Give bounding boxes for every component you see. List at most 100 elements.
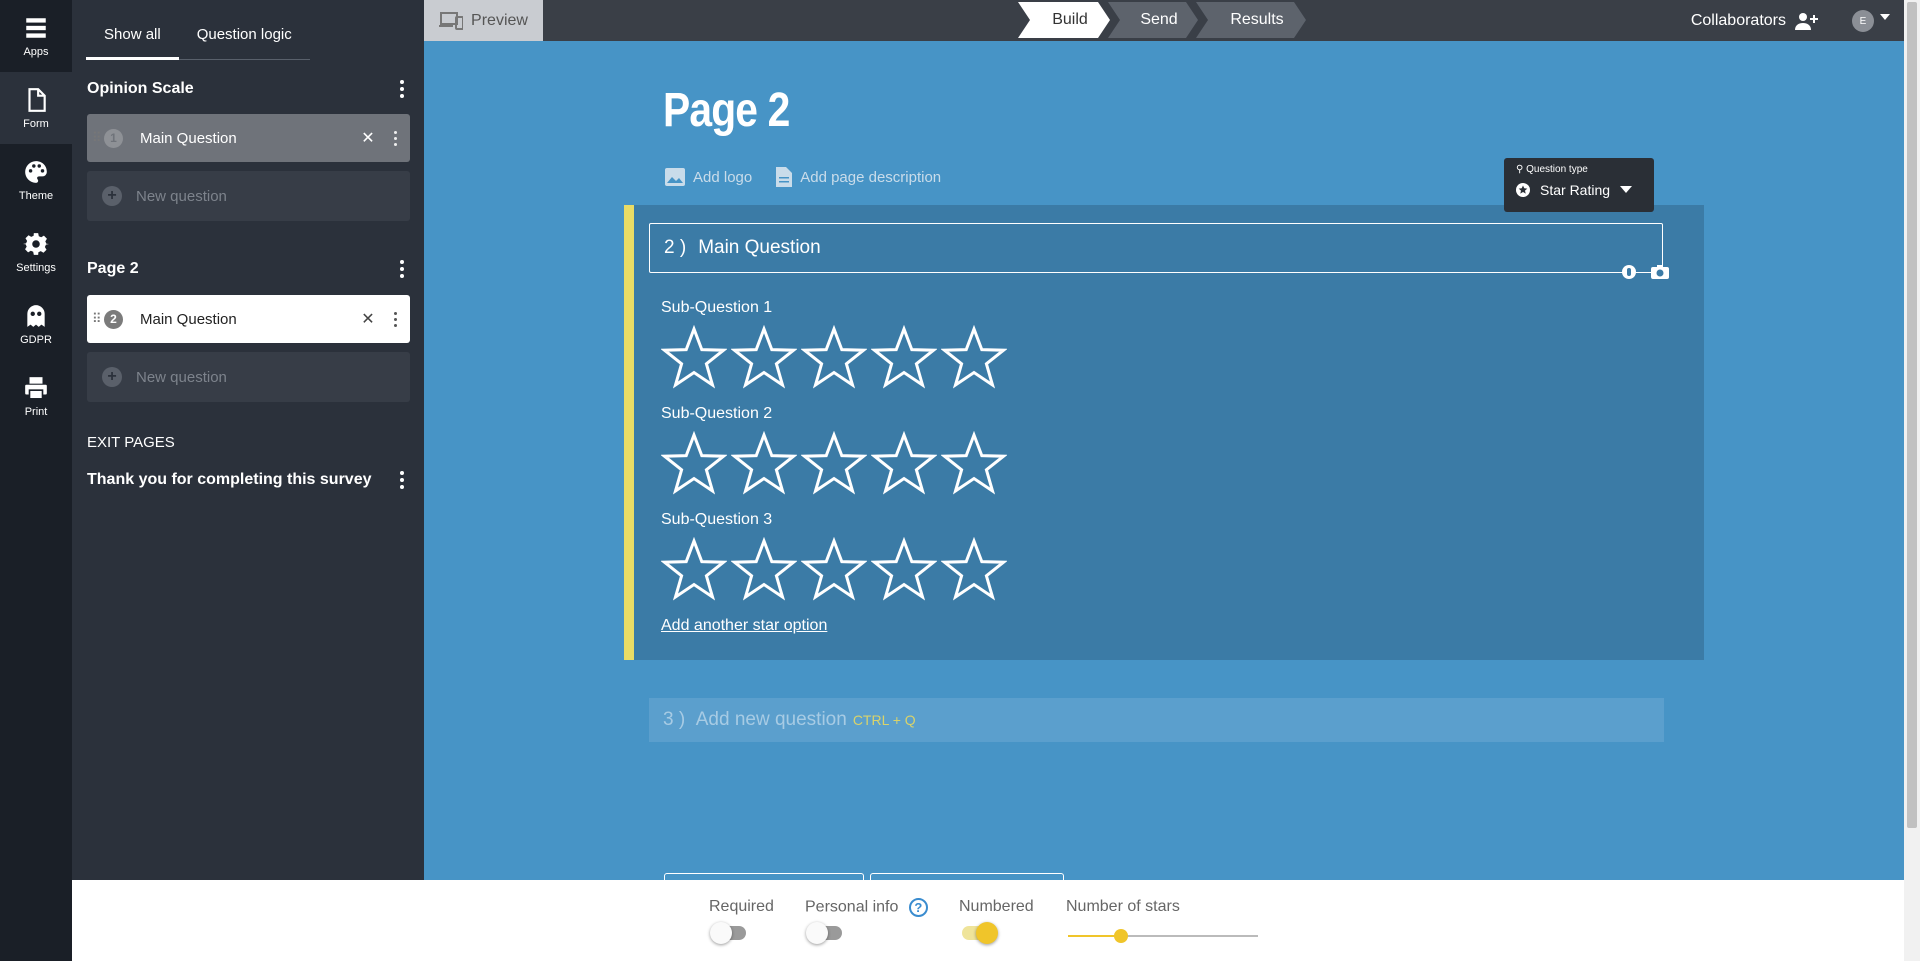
rail-item-print[interactable]: Print bbox=[0, 360, 72, 432]
star-icon[interactable] bbox=[941, 325, 1007, 391]
star-icon[interactable] bbox=[661, 431, 727, 497]
add-new-question-bar[interactable]: 3 ) Add new question CTRL + Q bbox=[649, 698, 1664, 742]
star-icon[interactable] bbox=[801, 431, 867, 497]
chevron-down-icon[interactable] bbox=[1880, 14, 1890, 20]
crumb-build[interactable]: Build bbox=[1018, 2, 1110, 38]
star-icon[interactable] bbox=[871, 431, 937, 497]
numbered-toggle[interactable] bbox=[962, 922, 998, 944]
tab-show-all[interactable]: Show all bbox=[86, 20, 179, 60]
drag-handle-icon[interactable]: ⠿ bbox=[92, 311, 102, 327]
star-icon[interactable] bbox=[661, 537, 727, 603]
page-scrollbar[interactable] bbox=[1904, 0, 1920, 961]
numbered-label: Numbered bbox=[959, 898, 1034, 915]
page-button-stub[interactable] bbox=[664, 873, 864, 880]
star-row bbox=[661, 537, 1007, 603]
help-icon[interactable]: ? bbox=[908, 898, 928, 917]
sidebar-question-item[interactable]: ⠿ 1 Main Question ✕ bbox=[87, 114, 410, 162]
scrollbar-thumb[interactable] bbox=[1907, 2, 1917, 828]
collaborators-button[interactable]: Collaborators bbox=[1691, 0, 1820, 41]
question-type-label: ⚲ Question type bbox=[1516, 164, 1588, 175]
new-question-button[interactable]: + New question bbox=[87, 352, 410, 402]
exit-page-title: Thank you for completing this survey bbox=[87, 471, 372, 488]
section-menu-icon[interactable] bbox=[392, 77, 412, 101]
rail-item-settings[interactable]: Settings bbox=[0, 216, 72, 288]
number-of-stars-slider[interactable] bbox=[1068, 929, 1258, 943]
star-icon[interactable] bbox=[801, 325, 867, 391]
question-title: Main Question bbox=[140, 310, 237, 328]
question-card[interactable]: 2 ) Main Question Sub-Question 1 Sub-Que… bbox=[624, 205, 1704, 660]
section-title: Opinion Scale bbox=[87, 80, 194, 97]
question-type-value: Star Rating bbox=[1516, 182, 1633, 198]
crumb-send[interactable]: Send bbox=[1108, 2, 1198, 38]
chevron-down-icon bbox=[1620, 186, 1633, 193]
add-page-description-button[interactable]: Add page description bbox=[776, 167, 941, 187]
avatar[interactable]: E bbox=[1852, 10, 1874, 32]
printer-icon bbox=[25, 376, 47, 400]
required-toggle[interactable] bbox=[710, 922, 746, 944]
rail-label-print: Print bbox=[24, 405, 48, 418]
question-title-input[interactable]: 2 ) Main Question bbox=[649, 223, 1663, 273]
star-icon[interactable] bbox=[941, 431, 1007, 497]
close-icon[interactable]: ✕ bbox=[356, 309, 380, 329]
section-title: Page 2 bbox=[87, 260, 139, 277]
page-button-stub[interactable] bbox=[870, 873, 1064, 880]
section-opinion-scale: Opinion Scale bbox=[87, 77, 412, 101]
star-icon[interactable] bbox=[871, 325, 937, 391]
sidebar-question-item-active[interactable]: ⠿ 2 Main Question ✕ bbox=[87, 295, 410, 343]
star-icon[interactable] bbox=[731, 325, 797, 391]
form-canvas: Page 2 Add logo Add page description 2 )… bbox=[424, 41, 1904, 880]
question-number-badge: 2 bbox=[104, 309, 123, 329]
add-page-description-label: Add page description bbox=[800, 168, 942, 186]
page-tools: Add logo Add page description bbox=[665, 167, 941, 187]
question-title: Main Question bbox=[140, 129, 237, 147]
add-logo-label: Add logo bbox=[693, 168, 753, 186]
question-number-badge: 1 bbox=[104, 128, 123, 148]
star-icon[interactable] bbox=[731, 537, 797, 603]
star-icon[interactable] bbox=[941, 537, 1007, 603]
camera-icon[interactable] bbox=[1651, 264, 1669, 280]
question-number: 2 ) bbox=[664, 237, 687, 258]
question-media-tools bbox=[1621, 264, 1669, 280]
keyboard-shortcut: CTRL + Q bbox=[852, 712, 916, 728]
personal-info-option: Personal info ? bbox=[805, 898, 928, 917]
star-icon[interactable] bbox=[801, 537, 867, 603]
add-logo-button[interactable]: Add logo bbox=[665, 167, 752, 187]
plus-icon: + bbox=[102, 367, 122, 387]
video-icon[interactable] bbox=[1621, 264, 1637, 280]
rail-item-theme[interactable]: Theme bbox=[0, 144, 72, 216]
crumb-results[interactable]: Results bbox=[1196, 2, 1306, 38]
question-title: Main Question bbox=[698, 237, 821, 258]
star-icon[interactable] bbox=[731, 431, 797, 497]
exit-page-item[interactable]: Thank you for completing this survey bbox=[87, 468, 412, 492]
question-menu-icon[interactable] bbox=[385, 126, 405, 150]
exit-pages-label: EXIT PAGES bbox=[87, 434, 175, 451]
page-title[interactable]: Page 2 bbox=[663, 83, 790, 138]
section-menu-icon[interactable] bbox=[392, 257, 412, 281]
rail-item-form[interactable]: Form bbox=[0, 72, 72, 144]
sub-question-label[interactable]: Sub-Question 2 bbox=[661, 405, 772, 423]
sub-question-label[interactable]: Sub-Question 3 bbox=[661, 511, 772, 529]
rail-item-apps[interactable]: Apps bbox=[0, 0, 72, 72]
document-icon bbox=[776, 167, 793, 187]
sidebar: Show all Question logic Opinion Scale ⠿ … bbox=[72, 0, 424, 961]
drag-handle-icon[interactable]: ⠿ bbox=[92, 130, 102, 146]
exit-page-menu-icon[interactable] bbox=[392, 468, 412, 492]
personal-info-toggle[interactable] bbox=[806, 922, 842, 944]
rail-label-theme: Theme bbox=[18, 189, 54, 202]
add-star-option-link[interactable]: Add another star option bbox=[661, 617, 827, 635]
question-menu-icon[interactable] bbox=[385, 307, 405, 331]
new-question-button[interactable]: + New question bbox=[87, 171, 410, 221]
question-type-dropdown[interactable]: ⚲ Question type Star Rating bbox=[1504, 158, 1654, 212]
image-icon bbox=[665, 168, 685, 186]
personal-info-label: Personal info bbox=[805, 898, 899, 916]
star-icon[interactable] bbox=[871, 537, 937, 603]
palette-icon bbox=[25, 160, 47, 183]
slider-thumb[interactable] bbox=[1114, 929, 1129, 943]
preview-label: Preview bbox=[471, 11, 528, 29]
star-icon[interactable] bbox=[661, 325, 727, 391]
tab-question-logic[interactable]: Question logic bbox=[179, 20, 310, 59]
preview-button[interactable]: Preview bbox=[424, 0, 543, 41]
close-icon[interactable]: ✕ bbox=[356, 128, 380, 148]
rail-item-gdpr[interactable]: GDPR bbox=[0, 288, 72, 360]
sub-question-label[interactable]: Sub-Question 1 bbox=[661, 299, 772, 317]
